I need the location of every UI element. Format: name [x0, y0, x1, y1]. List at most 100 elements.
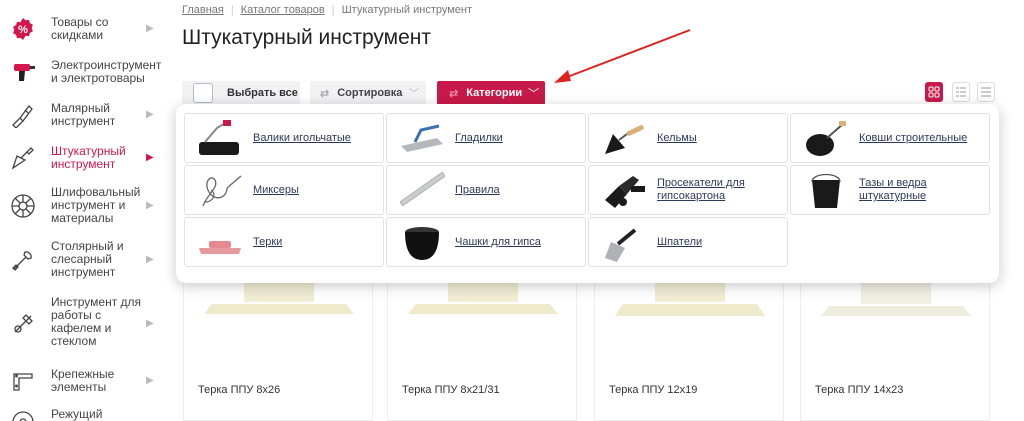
category-rules[interactable]: Правила — [386, 165, 586, 215]
trowel-icon — [599, 119, 649, 159]
bucket-icon — [801, 171, 851, 211]
product-card[interactable]: Терка ППУ 8x26 — [183, 270, 373, 421]
breadcrumb-home-link[interactable]: Главная — [182, 4, 224, 16]
sidebar-item-plastering[interactable]: Штукатурный инструмент ▶ — [0, 141, 168, 175]
category-label: Гладилки — [455, 131, 503, 144]
category-needle-rollers[interactable]: Валики игольчатые — [184, 113, 384, 163]
grid-view-button[interactable] — [925, 82, 943, 102]
sidebar-item-label: Столярный и слесарный инструмент — [51, 239, 124, 279]
chevron-right-icon: ▶ — [146, 23, 154, 34]
list-view-button[interactable] — [952, 82, 970, 102]
chevron-down-icon: ﹀ — [408, 88, 420, 100]
chevron-right-icon: ▶ — [146, 200, 154, 211]
category-drywall-punches[interactable]: Просекатели для гипсокартона — [588, 165, 788, 215]
product-name: Терка ППУ 8x26 — [198, 384, 281, 396]
compact-view-icon — [981, 87, 991, 97]
select-all-label: Выбрать все — [227, 87, 298, 99]
sidebar-item-label: Шлифовальный инструмент и материалы — [51, 185, 141, 225]
sidebar-item-label: Штукатурный инструмент — [51, 144, 126, 171]
sidebar-item-label: Электроинструмент и электротовары — [51, 58, 162, 85]
category-mixers[interactable]: Миксеры — [184, 165, 384, 215]
select-all-button[interactable]: Выбрать все — [182, 81, 300, 105]
sidebar-item-label: Инструмент для работы с кафелем и стекло… — [51, 295, 142, 348]
product-name: Терка ППУ 14x23 — [815, 384, 904, 396]
product-card[interactable]: Терка ППУ 8x21/31 — [387, 270, 577, 421]
bracket-icon — [9, 367, 37, 395]
category-label: Ковши строительные — [859, 131, 968, 144]
sidebar-item-tiles[interactable]: Инструмент для работы с кафелем и стекло… — [0, 294, 168, 352]
category-gypsum-bowls[interactable]: Чашки для гипса — [386, 217, 586, 267]
categories-button[interactable]: ⇄ Категории ﹀ — [437, 81, 545, 105]
category-ladles[interactable]: Ковши строительные — [790, 113, 990, 163]
grid-view-icon — [928, 86, 940, 98]
category-buckets[interactable]: Тазы и ведра штукатурные — [790, 165, 990, 215]
sort-button[interactable]: ⇄ Сортировка ﹀ — [310, 81, 426, 105]
wrench-icon — [9, 246, 37, 274]
drill-icon — [9, 58, 37, 86]
spatula-icon — [599, 223, 649, 263]
level-rule-icon — [397, 171, 447, 211]
category-label: Тазы и ведра штукатурные — [859, 177, 927, 202]
svg-text:%: % — [18, 24, 28, 36]
category-label: Миксеры — [253, 183, 299, 196]
chevron-down-icon: ﹀ — [528, 88, 540, 100]
sidebar-item-label: Режущий — [51, 407, 103, 421]
category-label: Просекатели для гипсокартона — [657, 177, 745, 202]
page-title: Штукатурный инструмент — [182, 26, 432, 49]
category-sidebar: % Товары со скидками ▶ Электроинструмент… — [0, 0, 168, 421]
categories-label: Категории — [466, 87, 523, 99]
category-label: Валики игольчатые — [253, 131, 351, 144]
needle-roller-icon — [195, 119, 245, 159]
sidebar-item-cutting[interactable]: Режущий — [0, 406, 168, 421]
product-name: Терка ППУ 8x21/31 — [402, 384, 500, 396]
list-view-icon — [956, 87, 966, 97]
chevron-right-icon: ▶ — [146, 109, 154, 120]
breadcrumb: Главная | Каталог товаров | Штукатурный инст… — [182, 4, 473, 16]
paint-brush-icon — [9, 101, 37, 129]
sort-icon: ⇄ — [320, 87, 330, 100]
category-label: Чашки для гипса — [455, 235, 541, 248]
category-floats[interactable]: Гладилки — [386, 113, 586, 163]
sidebar-item-grinding[interactable]: Шлифовальный инструмент и материалы ▶ — [0, 184, 168, 228]
breadcrumb-catalog-link[interactable]: Каталог товаров — [241, 4, 325, 16]
category-label: Правила — [455, 183, 500, 196]
trowel-icon — [9, 144, 37, 172]
compact-view-button[interactable] — [977, 82, 995, 102]
grinding-disc-icon — [9, 192, 37, 220]
ladle-icon — [801, 119, 851, 159]
categories-dropdown: Валики игольчатые Гладилки Кельмы Ковши … — [176, 104, 999, 283]
category-spatulas[interactable]: Шпатели — [588, 217, 788, 267]
category-graters[interactable]: Терки — [184, 217, 384, 267]
sort-label: Сортировка — [337, 87, 403, 99]
chevron-right-icon: ▶ — [146, 375, 154, 386]
grater-icon — [195, 223, 245, 263]
category-label: Кельмы — [657, 131, 697, 144]
sidebar-item-discounts[interactable]: % Товары со скидками ▶ — [0, 12, 168, 46]
sidebar-item-painting[interactable]: Малярный инструмент ▶ — [0, 98, 168, 132]
product-card[interactable]: Терка ППУ 12x19 — [594, 270, 784, 421]
tile-cutter-icon — [9, 310, 37, 338]
annotation-arrow — [554, 29, 691, 83]
chevron-right-icon: ▶ — [146, 152, 154, 163]
sidebar-item-label: Товары со скидками — [51, 15, 109, 42]
chevron-right-icon: ▶ — [146, 318, 154, 329]
sidebar-item-joinery[interactable]: Столярный и слесарный инструмент ▶ — [0, 238, 168, 282]
saw-blade-icon — [9, 408, 37, 421]
gypsum-bowl-icon — [397, 223, 447, 263]
select-all-checkbox[interactable] — [193, 83, 213, 103]
sidebar-item-fasteners[interactable]: Крепежные элементы ▶ — [0, 364, 168, 398]
sort-icon: ⇄ — [449, 87, 459, 100]
drywall-punch-icon — [599, 171, 649, 211]
discount-icon: % — [9, 15, 37, 43]
category-label: Терки — [253, 235, 283, 248]
product-card[interactable]: Терка ППУ 14x23 — [800, 270, 990, 421]
category-trowels[interactable]: Кельмы — [588, 113, 788, 163]
sidebar-item-power-tools[interactable]: Электроинструмент и электротовары — [0, 55, 168, 89]
float-trowel-icon — [397, 119, 447, 159]
chevron-right-icon: ▶ — [146, 254, 154, 265]
sidebar-item-label: Малярный инструмент — [51, 101, 116, 128]
sidebar-item-label: Крепежные элементы — [51, 367, 115, 394]
product-name: Терка ППУ 12x19 — [609, 384, 698, 396]
category-label: Шпатели — [657, 235, 703, 248]
breadcrumb-current: Штукатурный инструмент — [341, 4, 473, 16]
